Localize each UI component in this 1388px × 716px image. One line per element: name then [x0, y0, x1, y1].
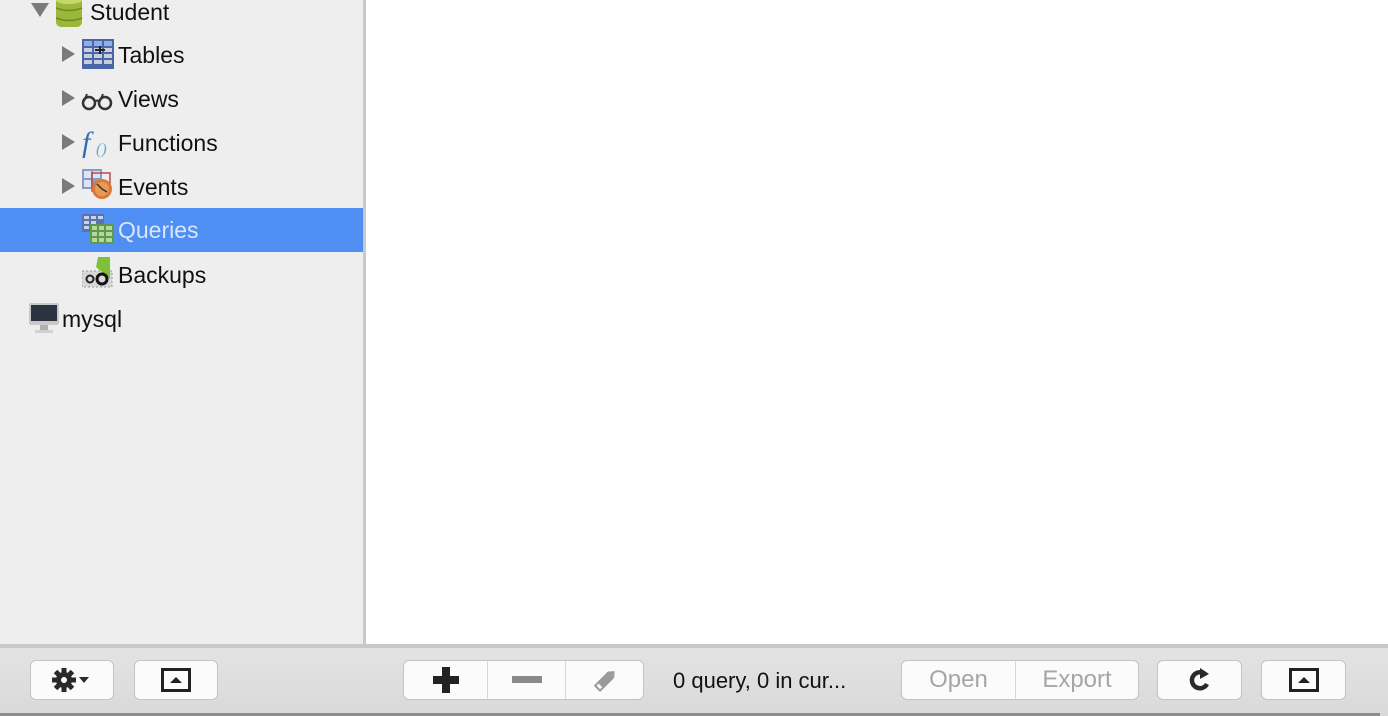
tables-icon: [82, 39, 114, 69]
tree-item-label: Queries: [118, 217, 199, 243]
tree-item-label: Events: [118, 174, 189, 200]
panel-toggle-icon: [161, 668, 191, 692]
tree-item-mysql-server[interactable]: mysql: [0, 297, 363, 341]
pencil-icon: [593, 671, 615, 692]
plus-icon: [432, 667, 459, 693]
refresh-icon: [1189, 668, 1209, 691]
open-export-segmented-control: Open Export: [901, 660, 1139, 700]
chevron-down-icon: [79, 677, 89, 683]
disclosure-right-icon[interactable]: [62, 134, 75, 150]
functions-icon: f (): [82, 126, 107, 158]
edit-query-button[interactable]: [565, 661, 643, 699]
views-glasses-icon: [81, 93, 113, 111]
tree-item-events[interactable]: Events: [0, 165, 363, 209]
gear-icon: [52, 668, 89, 692]
events-icon: [82, 169, 112, 199]
add-query-button[interactable]: [404, 661, 487, 699]
disclosure-right-icon[interactable]: [62, 178, 75, 194]
toggle-panel-button[interactable]: [1261, 660, 1346, 700]
export-button-label: Export: [1042, 666, 1112, 693]
tree-item-tables[interactable]: Tables: [0, 33, 363, 77]
query-edit-segmented-control: [403, 660, 644, 700]
svg-text:(): (): [96, 141, 107, 158]
queries-icon: [82, 214, 114, 244]
tree-item-label: Tables: [118, 42, 185, 68]
server-monitor-icon: [29, 303, 59, 333]
refresh-button[interactable]: [1157, 660, 1242, 700]
disclosure-down-icon[interactable]: [31, 3, 49, 17]
svg-text:f: f: [82, 126, 94, 158]
minus-icon: [511, 676, 542, 683]
open-button-label: Open: [929, 666, 988, 693]
disclosure-right-icon[interactable]: [62, 46, 75, 62]
tree-item-queries[interactable]: Queries: [0, 208, 363, 252]
bottom-toolbar: 0 query, 0 in cur... Open Export: [0, 644, 1388, 716]
open-button[interactable]: Open: [902, 661, 1015, 699]
queries-list-area: [366, 0, 1388, 644]
export-button[interactable]: Export: [1015, 661, 1138, 699]
gear-menu-button[interactable]: [30, 660, 114, 700]
tree-item-functions[interactable]: f () Functions: [0, 121, 363, 165]
tree-item-backups[interactable]: Backups: [0, 253, 363, 297]
database-icon: [55, 0, 83, 27]
backups-icon: [82, 257, 113, 288]
tree-item-label: Views: [118, 86, 179, 112]
tree-item-views[interactable]: Views: [0, 77, 363, 121]
sidebar: Student Tables Views f () Functions Even…: [0, 0, 363, 644]
remove-query-button[interactable]: [487, 661, 565, 699]
tree-item-label: Functions: [118, 130, 218, 156]
tree-item-student[interactable]: Student: [0, 0, 363, 34]
tree-item-label: mysql: [62, 306, 123, 332]
tree-item-label: Backups: [118, 262, 207, 288]
toggle-sidebar-button[interactable]: [134, 660, 218, 700]
tree-item-label: Student: [90, 0, 170, 25]
query-count-status: 0 query, 0 in cur...: [673, 668, 847, 693]
panel-toggle-icon: [1288, 668, 1319, 692]
disclosure-right-icon[interactable]: [62, 90, 75, 106]
